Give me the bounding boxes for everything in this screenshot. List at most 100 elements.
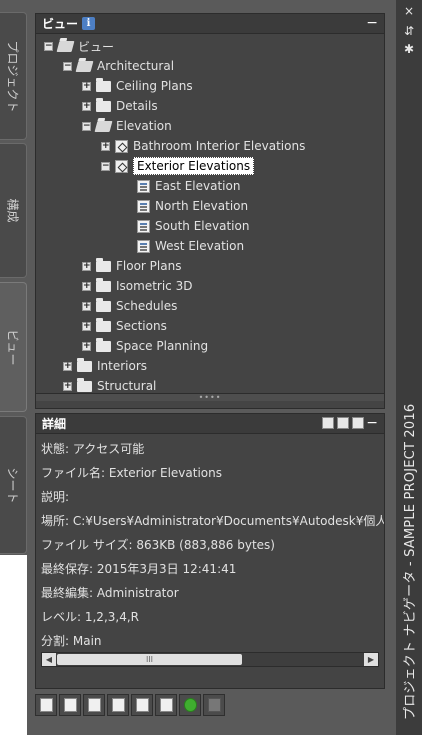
horizontal-scrollbar[interactable]: ◀ III ▶ — [41, 652, 379, 667]
tree-node-elevation[interactable]: − Elevation — [82, 116, 172, 136]
tab-sheets[interactable]: シート — [0, 416, 27, 554]
tree-node-isometric-3d[interactable]: + Isometric 3D — [82, 276, 192, 296]
folder-icon — [96, 317, 111, 332]
tab-constructs[interactable]: 構成 — [0, 143, 27, 278]
detail-division: 分割: Main — [41, 634, 102, 648]
detail-last-edited: 最終編集: Administrator — [41, 586, 179, 600]
tree-node-sections[interactable]: + Sections — [82, 316, 167, 336]
elevation-drawing-icon — [137, 219, 150, 233]
details-settings-icon[interactable] — [352, 417, 364, 429]
bottom-toolbar — [35, 694, 235, 720]
expand-icon[interactable]: + — [82, 101, 91, 111]
elevation-drawing-icon — [137, 199, 150, 213]
tree-node-label: Floor Plans — [116, 259, 182, 273]
views-panel-header: ビュー i − — [36, 14, 384, 34]
expand-icon[interactable]: + — [101, 141, 110, 151]
add-detail-view-button[interactable] — [107, 694, 129, 716]
open-folder-icon — [94, 120, 113, 132]
tree-node-label: Structural — [97, 379, 157, 393]
tree-node-exterior-elevations[interactable]: − Exterior Elevations — [101, 156, 255, 176]
tree-node-label: Bathroom Interior Elevations — [133, 139, 306, 153]
add-model-view-icon — [63, 698, 77, 712]
folder-icon — [77, 357, 92, 372]
expand-icon[interactable]: + — [63, 381, 72, 391]
tree-node-label: Exterior Elevations — [133, 157, 255, 175]
details-panel-title: 詳細 — [42, 417, 67, 431]
tree-node-views-root[interactable]: − ビュー — [44, 36, 114, 56]
tree-node-schedules[interactable]: + Schedules — [82, 296, 177, 316]
elevation-drawing-icon — [137, 179, 150, 193]
properties-icon — [159, 698, 173, 712]
details-body: 状態: アクセス可能 ファイル名: Exterior Elevations 説明… — [36, 434, 384, 671]
folder-icon — [77, 377, 92, 392]
open-folder-icon — [75, 60, 94, 72]
collapse-icon[interactable]: − — [82, 121, 91, 131]
properties-icon[interactable]: ✱ — [401, 42, 417, 56]
auto-hide-icon[interactable]: ⇵ — [401, 24, 417, 38]
tree-node-details[interactable]: + Details — [82, 96, 158, 116]
tree-node-ceiling-plans[interactable]: + Ceiling Plans — [82, 76, 193, 96]
tab-project-label: プロジェクト — [5, 39, 20, 113]
tree-node-architectural[interactable]: − Architectural — [63, 56, 174, 76]
scroll-right-icon[interactable]: ▶ — [364, 653, 378, 666]
tree-node-bathroom-interior-elevations[interactable]: + Bathroom Interior Elevations — [101, 136, 305, 156]
palette-title-bar[interactable]: × ⇵ ✱ プロジェクト ナビゲータ - SAMPLE PROJECT 2016 — [396, 0, 422, 735]
tab-project[interactable]: プロジェクト — [0, 12, 27, 140]
add-section-view-button[interactable] — [83, 694, 105, 716]
elevation-view-icon — [115, 139, 128, 153]
details-panel: 詳細 − 状態: アクセス可能 ファイル名: Exterior Elevatio… — [35, 413, 385, 689]
close-icon[interactable]: × — [401, 4, 417, 18]
expand-icon[interactable]: + — [82, 261, 91, 271]
details-list-icon[interactable] — [337, 417, 349, 429]
tree-node-label: Isometric 3D — [116, 279, 193, 293]
folder-icon — [96, 277, 111, 292]
tree-node-west-elevation[interactable]: West Elevation — [137, 236, 244, 256]
scroll-left-icon[interactable]: ◀ — [42, 653, 56, 666]
add-view-icon — [39, 698, 53, 712]
open-drawing-icon — [135, 698, 149, 712]
tree-node-label: Details — [116, 99, 158, 113]
expand-icon[interactable]: + — [82, 81, 91, 91]
expand-icon[interactable]: + — [63, 361, 72, 371]
info-icon[interactable]: i — [82, 17, 96, 30]
tree-node-interiors[interactable]: + Interiors — [63, 356, 147, 376]
tree-node-east-elevation[interactable]: East Elevation — [137, 176, 240, 196]
tree-node-label: East Elevation — [155, 179, 241, 193]
expand-icon[interactable]: + — [82, 301, 91, 311]
expand-icon[interactable]: + — [82, 341, 91, 351]
details-view-toggles — [322, 417, 364, 429]
panel-splitter[interactable]: •••• — [36, 393, 384, 402]
collapse-icon[interactable]: − — [63, 61, 72, 71]
tab-views[interactable]: ビュー — [0, 282, 27, 412]
repath-button[interactable] — [203, 694, 225, 716]
scrollbar-thumb[interactable]: III — [57, 654, 242, 665]
tree-node-north-elevation[interactable]: North Elevation — [137, 196, 248, 216]
views-panel: ビュー i − − ビュー − Architectural + Ceiling … — [35, 13, 385, 409]
collapse-icon[interactable]: − — [101, 161, 110, 171]
tree-node-floor-plans[interactable]: + Floor Plans — [82, 256, 181, 276]
tree-node-structural[interactable]: + Structural — [63, 376, 156, 393]
expand-icon[interactable]: + — [82, 321, 91, 331]
preview-icon[interactable] — [322, 417, 334, 429]
folder-icon — [96, 77, 111, 92]
expand-icon[interactable]: + — [82, 281, 91, 291]
views-panel-title: ビュー — [42, 17, 79, 31]
collapse-icon[interactable]: − — [44, 41, 53, 51]
collapse-views-panel-icon[interactable]: − — [366, 14, 378, 32]
open-folder-icon — [56, 40, 75, 52]
views-tree: − ビュー − Architectural + Ceiling Plans + … — [36, 34, 384, 393]
properties-button[interactable] — [155, 694, 177, 716]
add-model-space-view-button[interactable] — [59, 694, 81, 716]
tree-node-south-elevation[interactable]: South Elevation — [137, 216, 249, 236]
elevation-drawing-icon — [137, 239, 150, 253]
folder-icon — [96, 297, 111, 312]
open-drawing-button[interactable] — [131, 694, 153, 716]
collapse-details-panel-icon[interactable]: − — [366, 414, 378, 432]
tree-node-space-planning[interactable]: + Space Planning — [82, 336, 208, 356]
refresh-icon — [183, 698, 197, 712]
refresh-button[interactable] — [179, 694, 201, 716]
add-view-button[interactable] — [35, 694, 57, 716]
tab-sheets-label: シート — [5, 466, 20, 504]
detail-view-icon — [111, 698, 125, 712]
folder-icon — [96, 97, 111, 112]
